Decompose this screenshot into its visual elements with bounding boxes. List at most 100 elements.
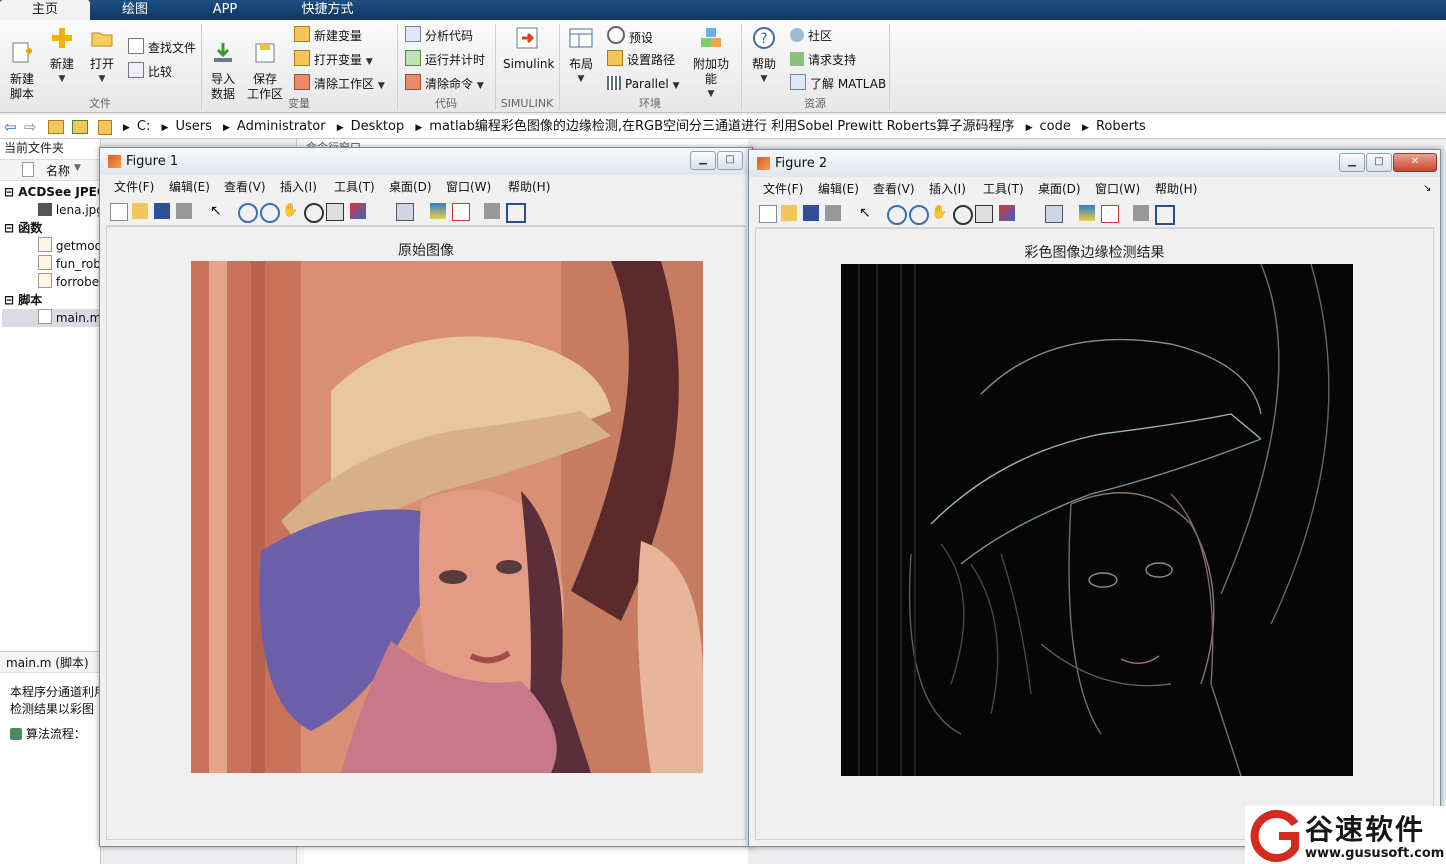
rotate-3d-icon[interactable]	[304, 203, 324, 223]
figure-1-titlebar[interactable]: Figure 1 ▁ □	[100, 148, 752, 175]
group-functions[interactable]: ⊟ 函数	[4, 219, 42, 237]
community-button[interactable]: 社区	[790, 26, 832, 46]
data-cursor-icon[interactable]	[975, 205, 993, 223]
figure-2-canvas[interactable]: 彩色图像边缘检测结果	[755, 228, 1434, 840]
layout-button[interactable]: 布局 ▼	[565, 26, 597, 87]
compare-button[interactable]: 比较	[128, 62, 172, 82]
show-tools-icon[interactable]	[506, 203, 526, 223]
list-item[interactable]: fun_rob	[38, 255, 100, 273]
menu-file[interactable]: 文件(F)	[114, 177, 154, 197]
rotate-3d-icon[interactable]	[953, 205, 973, 225]
maximize-button[interactable]: □	[717, 151, 743, 170]
pan-hand-icon[interactable]: ✋	[282, 203, 298, 219]
find-files-button[interactable]: 查找文件	[128, 38, 196, 58]
figure-2-titlebar[interactable]: Figure 2 ▁ □ ✕	[749, 150, 1440, 177]
collapse-icon[interactable]: ⊟	[4, 221, 18, 235]
group-acdsee[interactable]: ⊟ ACDSee JPEG	[4, 183, 100, 201]
breadcrumb-item[interactable]: Roberts	[1096, 119, 1146, 134]
breadcrumb-item[interactable]: Users	[175, 119, 211, 134]
figure-1-canvas[interactable]: 原始图像	[106, 226, 746, 840]
list-item[interactable]: lena.jpg	[38, 201, 100, 219]
breadcrumb[interactable]: ▶ C: ▶ Users ▶ Administrator ▶ Desktop ▶ matl…	[116, 115, 1146, 138]
print-icon[interactable]	[825, 205, 841, 221]
import-data-button[interactable]: 导入 数据	[205, 26, 241, 102]
sort-caret-icon[interactable]: ▼	[74, 163, 81, 173]
simulink-button[interactable]: Simulink	[503, 26, 554, 72]
hide-tools-icon[interactable]	[484, 203, 500, 219]
menu-window[interactable]: 窗口(W)	[1095, 179, 1140, 199]
clear-workspace-button[interactable]: 清除工作区 ▼	[294, 74, 385, 94]
menu-help[interactable]: 帮助(H)	[508, 177, 550, 197]
menu-edit[interactable]: 编辑(E)	[818, 179, 859, 199]
breadcrumb-item[interactable]: C:	[137, 119, 150, 134]
back-arrow-icon[interactable]: ⇦	[4, 118, 17, 136]
pan-hand-icon[interactable]: ✋	[931, 205, 947, 221]
open-button[interactable]: 打开 ▼	[84, 26, 120, 87]
dock-arrow-icon[interactable]: ↘	[1423, 179, 1431, 199]
up-folder-icon[interactable]	[48, 120, 64, 134]
figure-2-window[interactable]: Figure 2 ▁ □ ✕ 文件(F) 编辑(E) 查看(V) 插入(I) 工…	[748, 149, 1441, 847]
breadcrumb-item[interactable]: code	[1040, 119, 1071, 134]
zoom-in-icon[interactable]	[887, 205, 907, 225]
clear-commands-button[interactable]: 清除命令 ▼	[405, 74, 484, 94]
legend-icon[interactable]	[452, 203, 470, 221]
request-support-button[interactable]: 请求支持	[790, 50, 856, 70]
list-item[interactable]: getmod	[38, 237, 100, 255]
save-workspace-button[interactable]: 保存 工作区	[246, 26, 284, 102]
menu-edit[interactable]: 编辑(E)	[169, 177, 210, 197]
data-cursor-icon[interactable]	[326, 203, 344, 221]
parallel-button[interactable]: Parallel ▼	[607, 74, 679, 94]
list-item-selected[interactable]: main.m	[2, 309, 100, 327]
menu-tools[interactable]: 工具(T)	[983, 179, 1024, 199]
menu-help[interactable]: 帮助(H)	[1155, 179, 1197, 199]
breadcrumb-item[interactable]: Desktop	[351, 119, 405, 134]
minimize-button[interactable]: ▁	[690, 151, 716, 170]
analyze-code-button[interactable]: 分析代码	[405, 26, 473, 46]
learn-matlab-button[interactable]: 了解 MATLAB	[790, 74, 886, 94]
hide-tools-icon[interactable]	[1133, 205, 1149, 221]
new-button[interactable]: 新建 ▼	[44, 26, 80, 87]
brush-icon[interactable]	[350, 203, 366, 219]
menu-view[interactable]: 查看(V)	[873, 179, 915, 199]
link-plot-icon[interactable]	[396, 203, 414, 221]
save-icon[interactable]	[154, 203, 170, 219]
group-scripts[interactable]: ⊟ 脚本	[4, 291, 42, 309]
breadcrumb-item[interactable]: Administrator	[237, 119, 326, 134]
brush-icon[interactable]	[999, 205, 1015, 221]
breadcrumb-item[interactable]: matlab编程彩色图像的边缘检测,在RGB空间分三通道进行 利用Sobel P…	[429, 119, 1014, 134]
list-item[interactable]: forrobe	[38, 273, 99, 291]
new-variable-button[interactable]: 新建变量	[294, 26, 362, 46]
menu-view[interactable]: 查看(V)	[224, 177, 266, 197]
tab-plots[interactable]: 绘图	[90, 0, 180, 20]
legend-icon[interactable]	[1101, 205, 1119, 223]
forward-arrow-icon[interactable]: ⇨	[24, 118, 37, 136]
menu-desktop[interactable]: 桌面(D)	[1038, 179, 1081, 199]
menu-insert[interactable]: 插入(I)	[929, 179, 966, 199]
zoom-in-icon[interactable]	[238, 203, 258, 223]
help-button[interactable]: ? 帮助 ▼	[748, 26, 780, 87]
menu-file[interactable]: 文件(F)	[763, 179, 803, 199]
collapse-icon[interactable]: ⊟	[4, 185, 18, 199]
zoom-out-icon[interactable]	[260, 203, 280, 223]
print-icon[interactable]	[176, 203, 192, 219]
save-icon[interactable]	[803, 205, 819, 221]
menu-desktop[interactable]: 桌面(D)	[389, 177, 432, 197]
colorbar-icon[interactable]	[1079, 205, 1095, 221]
pointer-icon[interactable]: ↖	[859, 205, 875, 221]
open-file-icon[interactable]	[781, 205, 797, 221]
run-and-time-button[interactable]: 运行并计时	[405, 50, 485, 70]
menu-tools[interactable]: 工具(T)	[334, 177, 375, 197]
maximize-button[interactable]: □	[1366, 153, 1392, 172]
add-ons-button[interactable]: 附加功能 ▼	[688, 26, 734, 102]
new-figure-icon[interactable]	[759, 205, 777, 223]
open-variable-button[interactable]: 打开变量 ▼	[294, 50, 373, 70]
show-tools-icon[interactable]	[1155, 205, 1175, 225]
pointer-icon[interactable]: ↖	[210, 203, 226, 219]
colorbar-icon[interactable]	[430, 203, 446, 219]
close-button[interactable]: ✕	[1393, 153, 1437, 172]
browse-folder-icon[interactable]	[72, 120, 88, 134]
tab-home[interactable]: 主页	[0, 0, 90, 20]
new-script-button[interactable]: 新建 脚本	[4, 26, 40, 102]
link-plot-icon[interactable]	[1045, 205, 1063, 223]
tab-shortcuts[interactable]: 快捷方式	[270, 0, 385, 20]
